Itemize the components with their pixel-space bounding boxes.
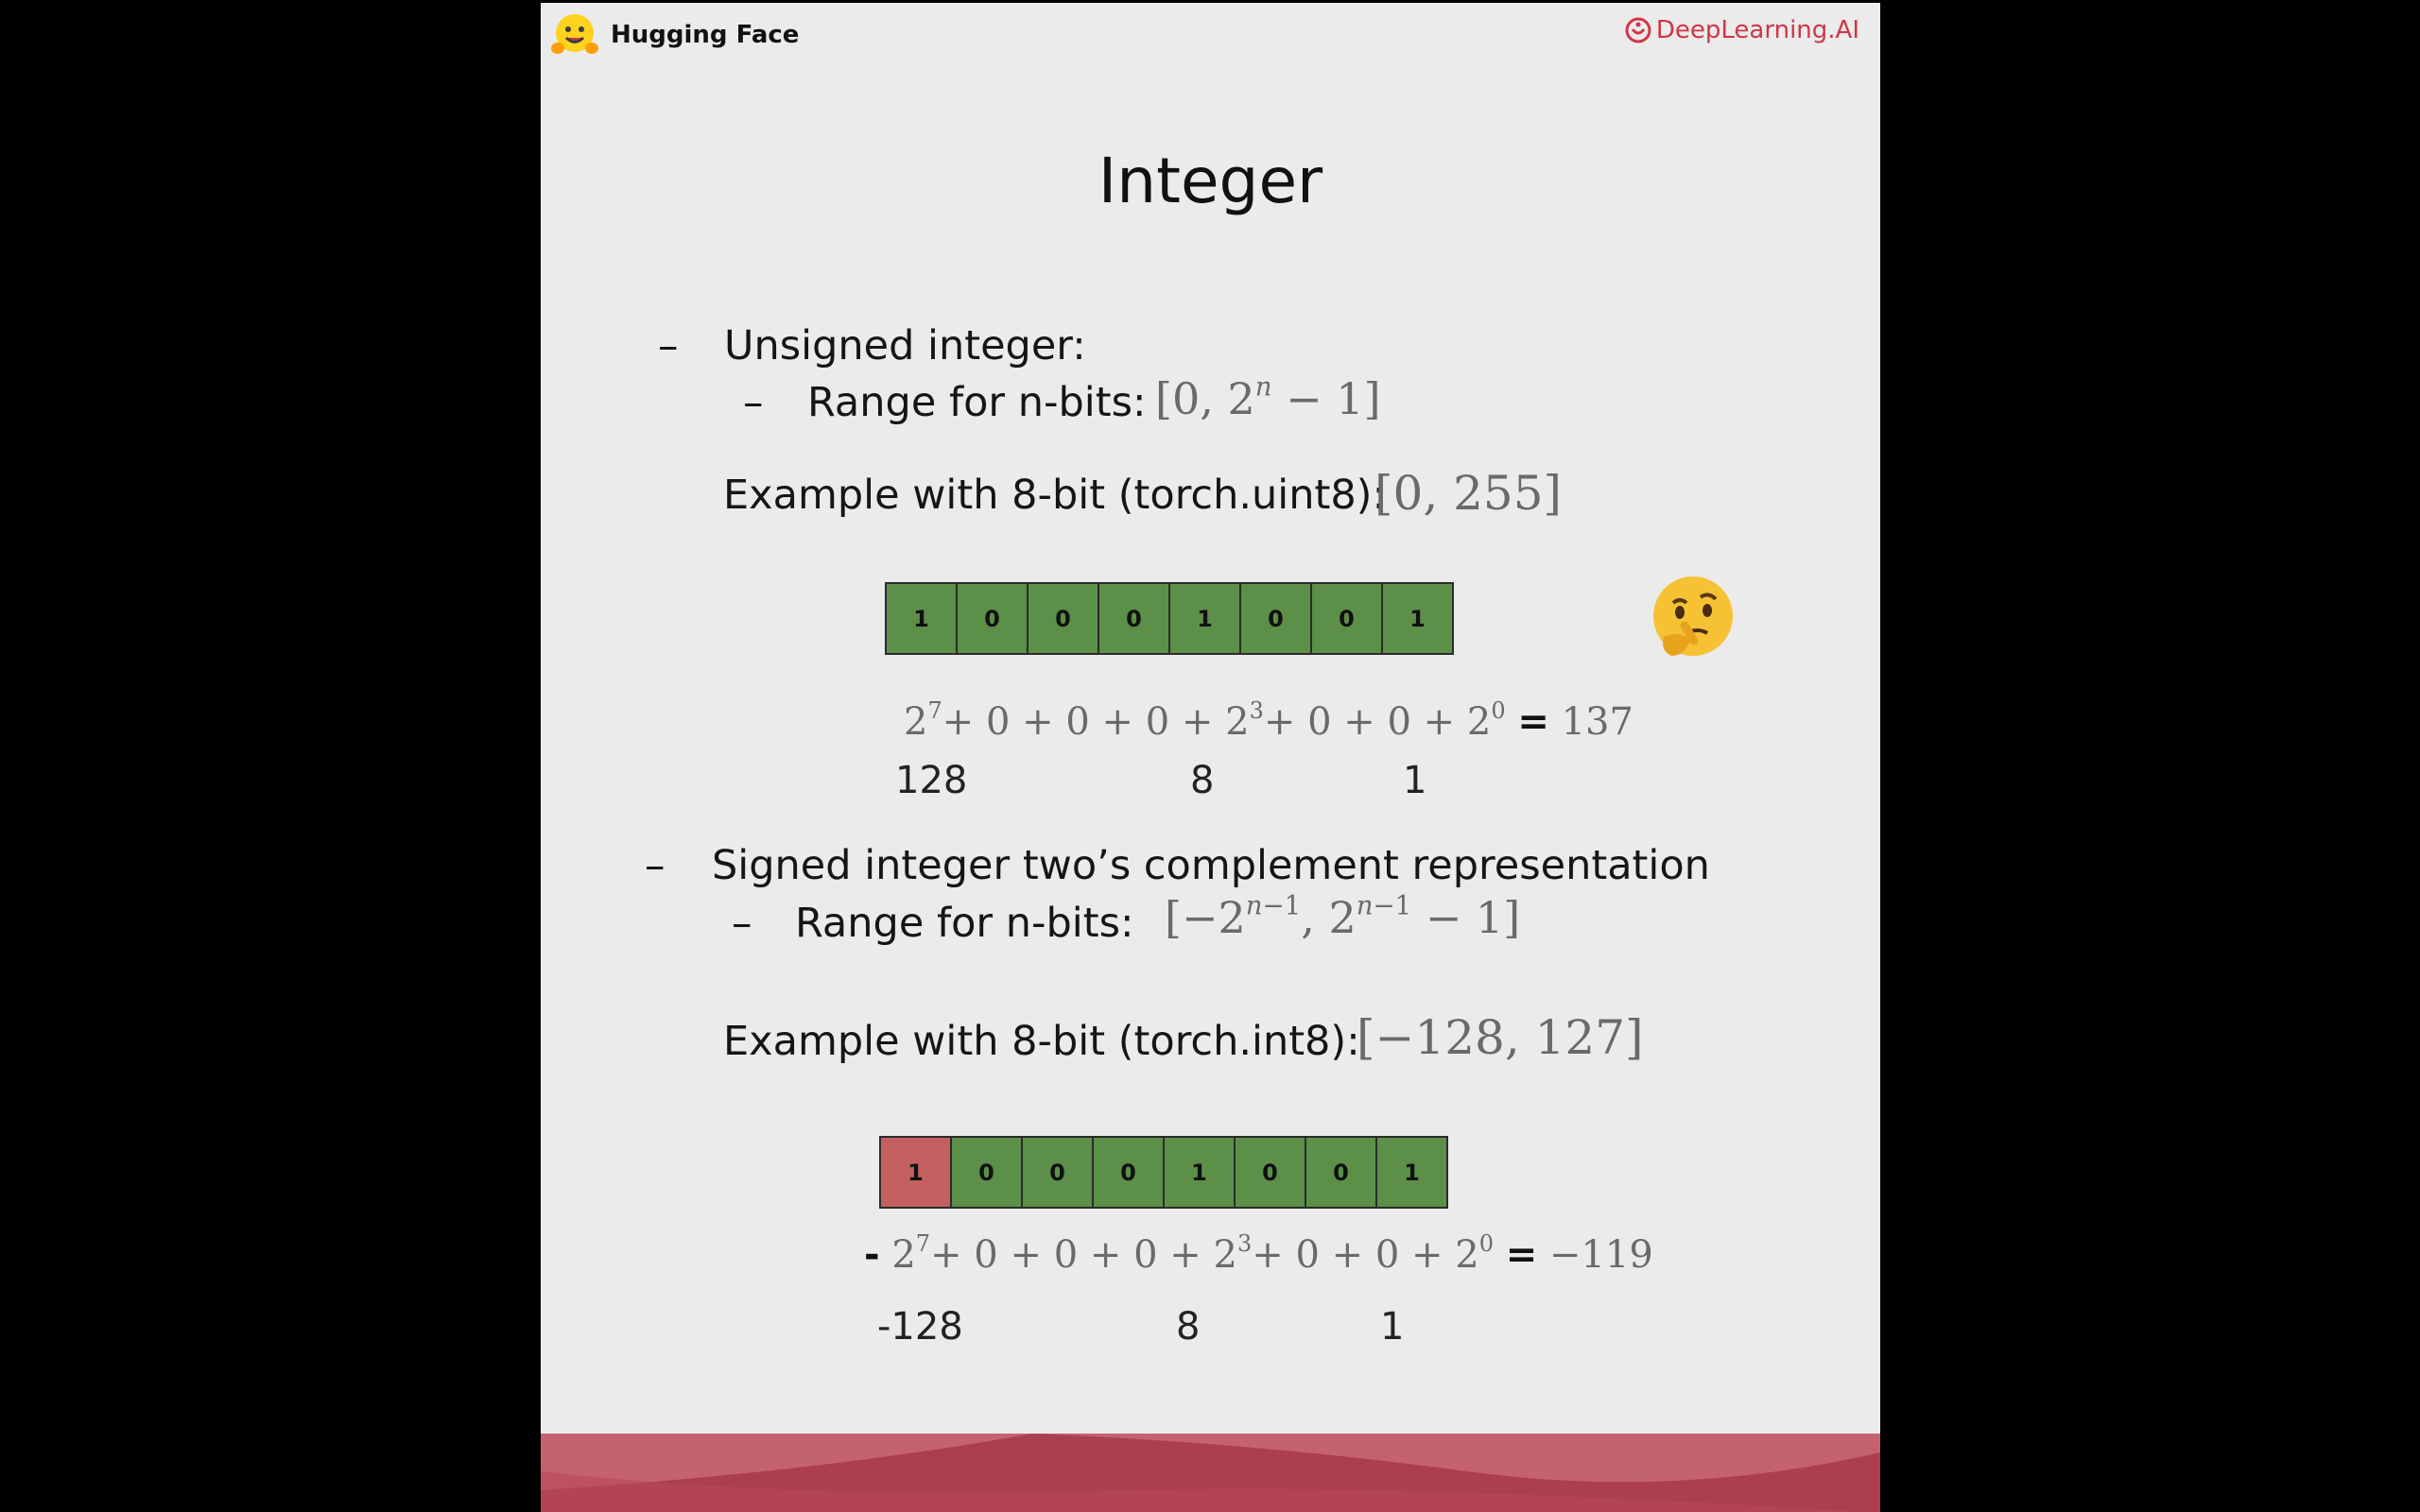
bit-cell: 0 [1234,1136,1306,1209]
bit-cell: 1 [1163,1136,1236,1209]
unsigned-positional-value: 1 [1403,759,1427,802]
signed-expression: - 27+ 0 + 0 + 0 + 23+ 0 + 0 + 20 = −119 [864,1230,1653,1277]
bit-cell: 0 [1021,1136,1094,1209]
unsigned-positional-value: 8 [1190,759,1215,802]
bit-cell: 0 [1092,1136,1165,1209]
signed-result: −119 [1548,1233,1653,1277]
signed-range-formula: [−2n−1, 2n−1 − 1] [1165,889,1521,943]
signed-example-range: [−128, 127] [1357,1010,1644,1065]
unsigned-example-label: Example with 8-bit (torch.uint8): [723,472,1386,519]
footer-wave [541,1434,1880,1512]
unsigned-positional-value: 128 [895,759,968,802]
hugging-face-text: Hugging Face [611,21,800,49]
unsigned-example-range: [0, 255] [1374,466,1563,521]
unsigned-expression: 27+ 0 + 0 + 0 + 23+ 0 + 0 + 20 = 137 [904,697,1634,744]
signed-example-label: Example with 8-bit (torch.int8): [723,1018,1360,1065]
slide-title: Integer [1098,145,1323,217]
unsigned-result: 137 [1561,700,1634,744]
bullet-dash: – [658,322,679,369]
bit-cell: 0 [1027,582,1099,655]
sign-bit-cell: 1 [879,1136,952,1209]
bit-cell: 1 [1381,582,1454,655]
signed-bullet: Signed integer two’s complement represen… [712,842,1710,889]
bit-cell: 0 [956,582,1028,655]
thinking-face-icon [1653,576,1733,656]
deeplearning-ai-logo: DeepLearning.AI [1624,16,1859,44]
bit-cell: 0 [1098,582,1170,655]
bit-cell: 0 [950,1136,1023,1209]
hugging-face-logo: Hugging Face [550,9,799,61]
deeplearning-ai-text: DeepLearning.AI [1655,16,1859,44]
sub-bullet-dash: – [743,379,764,426]
unsigned-range-label: Range for n-bits: [807,379,1147,426]
bit-cell: 1 [885,582,958,655]
bit-cell: 1 [1375,1136,1448,1209]
bit-cell: 0 [1310,582,1383,655]
deeplearning-ai-icon [1625,17,1651,43]
unsigned-bullet: Unsigned integer: [724,322,1086,369]
bit-cell: 0 [1239,582,1312,655]
signed-bit-row: 1 0 0 0 1 0 0 1 [879,1136,1448,1209]
bullet-dash: – [645,842,666,889]
sub-bullet-dash: – [732,900,752,947]
signed-positional-value: 8 [1176,1305,1201,1349]
hugging-face-icon [551,14,598,54]
unsigned-range-formula: [0, 2n − 1] [1155,370,1381,424]
signed-positional-value: -128 [877,1305,963,1349]
bit-cell: 1 [1168,582,1241,655]
slide: Hugging Face DeepLearning.AI Integer – U… [541,3,1880,1512]
bit-cell: 0 [1305,1136,1377,1209]
signed-range-label: Range for n-bits: [795,900,1134,947]
signed-positional-value: 1 [1380,1305,1405,1349]
unsigned-bit-row: 1 0 0 0 1 0 0 1 [885,582,1454,655]
